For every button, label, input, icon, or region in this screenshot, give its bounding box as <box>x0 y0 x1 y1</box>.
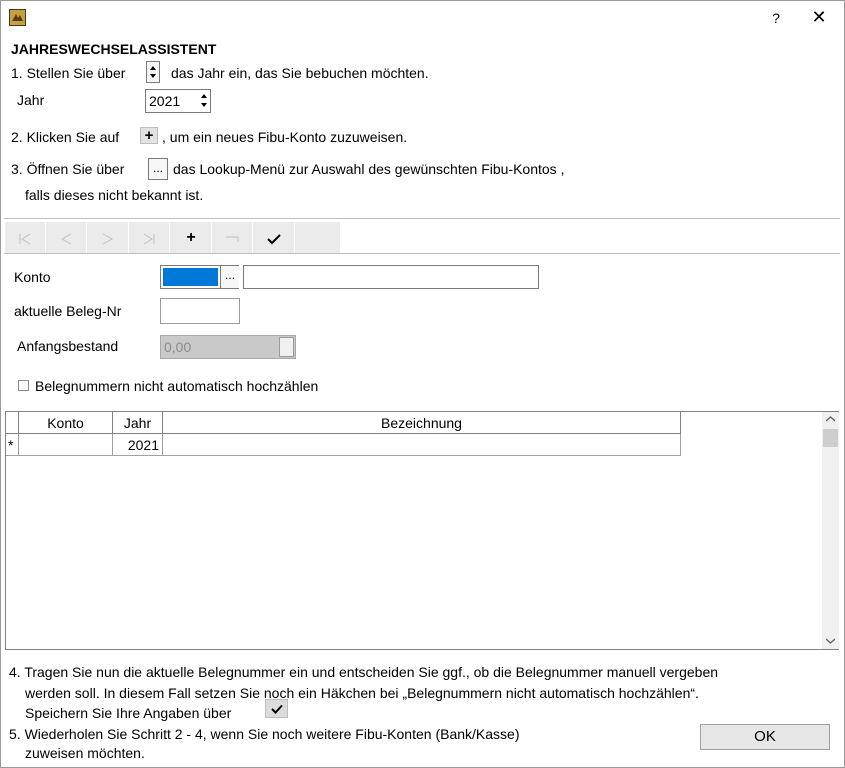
year-spin-arrows[interactable] <box>198 91 210 111</box>
insert-plus-icon: + <box>186 229 196 246</box>
prior-icon <box>60 233 72 244</box>
konto-input[interactable]: ... <box>160 265 239 289</box>
first-record-button[interactable] <box>5 222 46 253</box>
step3-text-prefix: 3. Öffnen Sie über <box>11 161 125 177</box>
scroll-down-icon[interactable] <box>826 638 835 644</box>
year-label: Jahr <box>17 92 45 108</box>
insert-record-button[interactable]: + <box>171 222 212 253</box>
divider <box>4 218 840 219</box>
konto-lookup-button[interactable]: ... <box>220 266 239 288</box>
post-record-button[interactable] <box>254 222 295 253</box>
help-button[interactable]: ? <box>766 8 786 28</box>
plus-icon: + <box>140 127 158 144</box>
auto-increment-checkbox[interactable] <box>18 380 29 391</box>
ok-button[interactable]: OK <box>700 724 830 750</box>
step4-line3: Speichern Sie Ihre Angaben über <box>25 705 232 721</box>
step2-text-suffix: , um ein neues Fibu-Konto zuzuweisen. <box>162 129 408 145</box>
step1-text-suffix: das Jahr ein, das Sie bebuchen möchten. <box>171 65 429 81</box>
table-row[interactable]: * 2021 <box>6 434 681 456</box>
lookup-icon: ... <box>148 158 168 180</box>
grid-header-indicator <box>6 412 19 434</box>
spinner-icon <box>146 61 160 83</box>
scroll-up-icon[interactable] <box>826 416 835 422</box>
close-button[interactable]: ✕ <box>808 6 830 28</box>
scroll-thumb[interactable] <box>823 429 838 447</box>
step5-line2: zuweisen möchten. <box>25 745 145 761</box>
anfangsbestand-handle <box>279 337 294 357</box>
cell-konto[interactable] <box>19 434 113 456</box>
last-icon <box>143 233 155 244</box>
save-check-icon <box>265 699 288 718</box>
record-navigator: + <box>5 222 340 253</box>
auto-increment-label: Belegnummern nicht automatisch hochzähle… <box>35 378 319 394</box>
next-icon <box>102 233 114 244</box>
wizard-heading: JAHRESWECHSELASSISTENT <box>11 41 217 57</box>
grid-header-konto[interactable]: Konto <box>19 412 113 434</box>
konto-label: Konto <box>14 269 51 285</box>
anfangsbestand-field: 0,00 <box>160 335 296 359</box>
step4-line2: werden soll. In diesem Fall setzen Sie n… <box>25 685 699 701</box>
app-icon <box>9 9 26 26</box>
delete-record-button[interactable] <box>212 222 253 253</box>
row-indicator: * <box>6 434 19 456</box>
konto-grid: Konto Jahr Bezeichnung * 2021 <box>5 411 839 650</box>
year-spinner[interactable]: 2021 <box>145 89 211 113</box>
anfangsbestand-label: Anfangsbestand <box>17 338 119 354</box>
divider <box>4 253 840 254</box>
cell-jahr[interactable]: 2021 <box>113 434 163 456</box>
grid-header-jahr[interactable]: Jahr <box>113 412 163 434</box>
konto-selection <box>163 268 218 286</box>
step4-line1: 4. Tragen Sie nun die aktuelle Belegnumm… <box>9 664 719 680</box>
first-icon <box>19 233 31 244</box>
anfangsbestand-value: 0,00 <box>164 339 192 355</box>
delete-icon <box>226 236 239 242</box>
step5-line1: 5. Wiederholen Sie Schritt 2 - 4, wenn S… <box>9 726 520 742</box>
grid-scrollbar[interactable] <box>822 412 839 649</box>
step1-text-prefix: 1. Stellen Sie über <box>11 65 126 81</box>
step2-text-prefix: 2. Klicken Sie auf <box>11 129 120 145</box>
cell-bezeichnung[interactable] <box>163 434 681 456</box>
beleg-nr-input[interactable] <box>160 298 240 324</box>
checkmark-icon <box>267 233 281 244</box>
prior-record-button[interactable] <box>46 222 87 253</box>
step3-text-line2: falls dieses nicht bekannt ist. <box>25 187 204 203</box>
grid-header-bezeichnung[interactable]: Bezeichnung <box>163 412 681 434</box>
last-record-button[interactable] <box>129 222 170 253</box>
beleg-label: aktuelle Beleg-Nr <box>14 303 122 319</box>
step3-text-suffix: das Lookup-Menü zur Auswahl des gewünsch… <box>173 161 565 177</box>
year-value: 2021 <box>149 93 181 109</box>
next-record-button[interactable] <box>88 222 129 253</box>
konto-description-field[interactable] <box>243 265 539 289</box>
